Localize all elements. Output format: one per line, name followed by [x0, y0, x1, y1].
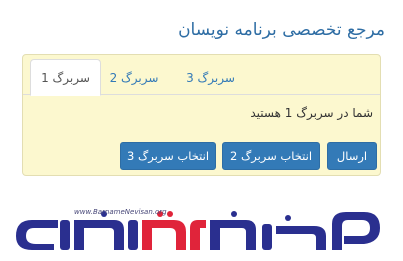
- tab-3[interactable]: سربرگ 3: [182, 59, 239, 96]
- send-button[interactable]: ارسال: [327, 142, 377, 170]
- tab-bar: سربرگ 3 سربرگ 2 سربرگ 1: [23, 59, 380, 96]
- select-tab-2-button[interactable]: انتخاب سربرگ 2: [222, 142, 320, 170]
- select-tab-3-button[interactable]: انتخاب سربرگ 3: [120, 142, 216, 170]
- page: مرجع تخصصی برنامه نویسان سربرگ 3 سربرگ 2…: [0, 0, 403, 261]
- tab-1[interactable]: سربرگ 1: [30, 59, 101, 96]
- logo-url-text: www.BarnameNevisan.org: [74, 208, 167, 216]
- logo-wordmark-graphic: [16, 211, 380, 250]
- tab-content-text: شما در سربرگ 1 هستید: [250, 106, 373, 120]
- tab-2[interactable]: سربرگ 2: [107, 59, 161, 96]
- barnamenevisan-logo: www.BarnameNevisan.org: [14, 206, 384, 252]
- tab-panel: سربرگ 3 سربرگ 2 سربرگ 1 شما در سربرگ 1 ه…: [22, 54, 381, 176]
- page-title: مرجع تخصصی برنامه نویسان: [178, 20, 385, 40]
